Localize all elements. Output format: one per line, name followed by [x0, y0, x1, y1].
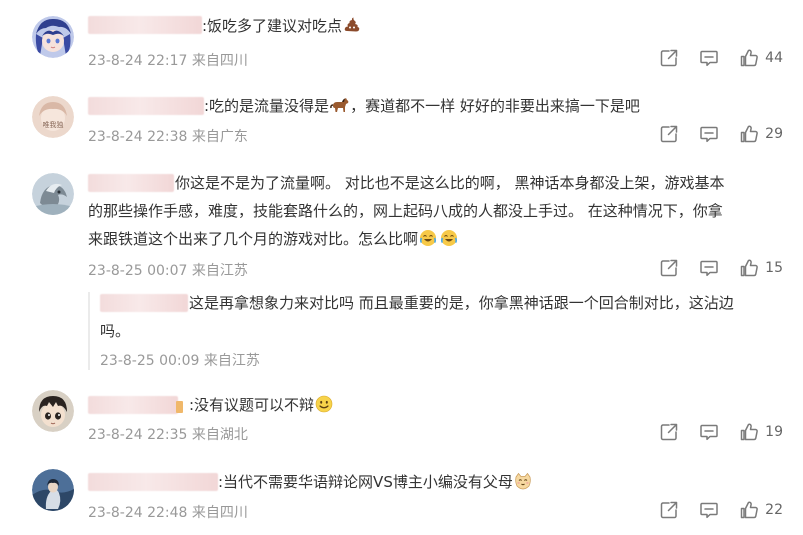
comment-text-line-1: 你这是不是为了流量啊。 对比也不是这么比的啊， 黑神话本身都没上架，游戏基本 — [175, 174, 725, 192]
avatar[interactable] — [32, 390, 74, 432]
like-count: 15 — [765, 260, 783, 276]
comment-text: :当代不需要华语辩论网VS博主小编没有父母 — [218, 469, 532, 498]
avatar[interactable]: 唯我独 — [32, 96, 74, 138]
username-blurred[interactable] — [88, 174, 174, 192]
comment-actions: 29 — [659, 124, 783, 144]
avatar-text: 唯我独 — [43, 120, 64, 129]
reply-icon[interactable] — [699, 258, 719, 278]
comment-location: 来自四川 — [191, 505, 248, 521]
like-icon[interactable] — [739, 500, 759, 520]
comment-location: 来自广东 — [191, 129, 248, 145]
comment-text-line-2: 的那些操作手感，难度，技能套路什么的，网上起码八成的人都没上手过。 在这种情况下… — [88, 202, 723, 220]
comment-actions: 19 — [659, 422, 783, 442]
comment-actions: 22 — [659, 500, 783, 520]
like-count: 29 — [765, 126, 783, 142]
cat-emoji — [514, 472, 532, 498]
reply-icon[interactable] — [699, 422, 719, 442]
like-icon[interactable] — [739, 422, 759, 442]
username-suffix — [176, 401, 183, 413]
share-icon[interactable] — [659, 500, 679, 520]
reply-divider — [88, 292, 90, 370]
reply-time: 23-8-25 00:09 — [100, 353, 200, 369]
like-icon[interactable] — [739, 258, 759, 278]
reply-text-line-2: 吗。 — [100, 322, 131, 340]
comment-meta: 23-8-24 22:38 来自广东 — [88, 126, 248, 146]
reply-location: 来自江苏 — [203, 353, 260, 369]
username-blurred[interactable] — [88, 97, 204, 115]
like-icon[interactable] — [739, 124, 759, 144]
reply-icon[interactable] — [699, 500, 719, 520]
share-icon[interactable] — [659, 422, 679, 442]
comment-time: 23-8-24 22:17 — [88, 53, 188, 69]
comment-text: :吃的是流量没得是 ，赛道都不一样 好好的非要出来搞一下是吧 — [204, 93, 640, 122]
comment-meta: 23-8-24 22:17 来自四川 — [88, 50, 248, 70]
comment-actions: 44 — [659, 48, 783, 68]
comment-location: 来自四川 — [191, 53, 248, 69]
smile-emoji — [315, 395, 333, 421]
comment-time: 23-8-24 22:48 — [88, 505, 188, 521]
avatar[interactable] — [32, 469, 74, 511]
comment-time: 23-8-24 22:38 — [88, 129, 188, 145]
avatar[interactable] — [32, 173, 74, 215]
share-icon[interactable] — [659, 48, 679, 68]
comment-location: 来自湖北 — [191, 427, 248, 443]
reply-text-line-1: 这是再拿想象力来对比吗 而且最重要的是，你拿黑神话跟一个回合制对比，这沾边 — [189, 294, 734, 312]
comment-time: 23-8-24 22:35 — [88, 427, 188, 443]
reply-meta: 23-8-25 00:09 来自江苏 — [100, 350, 260, 370]
comment-text-line-3: 来跟铁道这个出来了几个月的游戏对比。怎么比啊 — [88, 226, 459, 255]
like-count: 44 — [765, 50, 783, 66]
reply-icon[interactable] — [699, 48, 719, 68]
comment-text: :饭吃多了建议对吃点 — [202, 13, 361, 42]
horse-emoji — [330, 96, 350, 122]
reply-icon[interactable] — [699, 124, 719, 144]
comment-meta: 23-8-25 00:07 来自江苏 — [88, 260, 248, 280]
username-blurred[interactable] — [88, 16, 202, 34]
share-icon[interactable] — [659, 124, 679, 144]
like-count: 19 — [765, 424, 783, 440]
like-icon[interactable] — [739, 48, 759, 68]
comment-time: 23-8-25 00:07 — [88, 263, 188, 279]
comment-text: :没有议题可以不辩 — [189, 392, 333, 421]
username-blurred[interactable] — [88, 473, 218, 491]
crying-laughing-emoji — [419, 229, 459, 255]
avatar[interactable] — [32, 16, 74, 58]
reply-username-blurred[interactable] — [100, 294, 188, 312]
comment-meta: 23-8-24 22:35 来自湖北 — [88, 424, 248, 444]
poop-emoji — [343, 16, 361, 42]
comment-actions: 15 — [659, 258, 783, 278]
like-count: 22 — [765, 502, 783, 518]
share-icon[interactable] — [659, 258, 679, 278]
username-blurred[interactable] — [88, 396, 178, 414]
comment-meta: 23-8-24 22:48 来自四川 — [88, 502, 248, 522]
comment-location: 来自江苏 — [191, 263, 248, 279]
